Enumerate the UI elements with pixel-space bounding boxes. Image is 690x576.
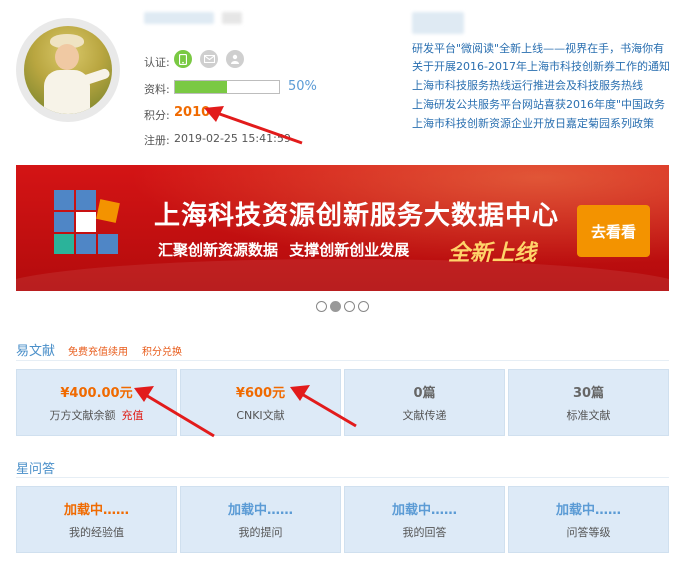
standard-doc-card[interactable]: 30篇 标准文献 — [508, 369, 669, 436]
recharge-link[interactable]: 充值 — [122, 409, 144, 422]
news-item[interactable]: 上海市科技服务热线运行推进会及科技服务热线 — [412, 77, 690, 93]
card-value: 30篇 — [572, 386, 605, 401]
wanfang-balance-card[interactable]: ¥400.00元 万方文献余额 充值 — [16, 369, 177, 436]
register-time: 2019-02-25 15:41:59 — [174, 132, 291, 145]
promo-banner[interactable]: 上海科技资源创新服务大数据中心 汇聚创新资源数据 支撑创新创业发展 全新上线 去… — [16, 165, 669, 291]
score-label: 积分: — [144, 109, 170, 122]
user-icon[interactable] — [226, 50, 244, 68]
banner-subtitle: 汇聚创新资源数据 支撑创新创业发展 — [158, 241, 410, 259]
doc-delivery-card[interactable]: 0篇 文献传递 — [344, 369, 505, 436]
mail-icon[interactable] — [200, 50, 218, 68]
qa-answers-card[interactable]: 加载中…… 我的回答 — [344, 486, 505, 553]
card-caption: 我的提问 — [238, 526, 283, 539]
section-divider — [16, 477, 669, 478]
verify-label: 认证: — [144, 56, 170, 69]
qa-experience-card[interactable]: 加载中…… 我的经验值 — [16, 486, 177, 553]
username-blurred — [144, 12, 214, 24]
section-divider — [16, 360, 669, 361]
card-caption: 文献传递 — [402, 409, 447, 422]
card-value: 加载中…… — [227, 503, 293, 518]
banner-title: 上海科技资源创新服务大数据中心 — [154, 201, 560, 231]
news-item[interactable]: 关于开展2016-2017年上海市科技创新券工作的通知 — [412, 58, 690, 74]
card-caption: CNKI文献 — [236, 409, 285, 422]
card-caption: 我的经验值 — [69, 526, 124, 539]
qa-level-card[interactable]: 加载中…… 问答等级 — [508, 486, 669, 553]
profile-percent: 50% — [288, 79, 317, 94]
news-item[interactable]: 研发平台"微阅读"全新上线——视界在手，书海你有 — [412, 40, 690, 56]
card-value: ¥400.00元 — [60, 386, 133, 401]
profile-progress-fill — [175, 81, 227, 93]
carousel-dot[interactable] — [344, 301, 355, 312]
register-label: 注册: — [144, 134, 170, 147]
carousel-dot[interactable] — [316, 301, 327, 312]
card-caption: 标准文献 — [566, 409, 611, 422]
profile-progress-bar — [174, 80, 280, 94]
info-label: 资料: — [144, 83, 170, 96]
card-caption: 问答等级 — [566, 526, 611, 539]
card-caption: 万方文献余额 — [49, 409, 116, 422]
news-header-blurred — [412, 12, 464, 34]
score-value[interactable]: 2010 — [174, 105, 210, 120]
news-item[interactable]: 上海研发公共服务平台网站喜获2016年度"中国政务 — [412, 96, 690, 112]
carousel-dots — [316, 301, 369, 312]
carousel-dot-active[interactable] — [330, 301, 341, 312]
carousel-dot[interactable] — [358, 301, 369, 312]
username-blurred-2 — [222, 12, 242, 24]
banner-go-button[interactable]: 去看看 — [577, 205, 650, 257]
avatar[interactable] — [24, 26, 112, 114]
free-recharge-link[interactable]: 免费充值续用 — [68, 343, 128, 358]
points-exchange-link[interactable]: 积分兑换 — [142, 343, 182, 358]
card-value: 加载中…… — [391, 503, 457, 518]
ewenxian-title: 易文献 — [16, 344, 56, 359]
news-item[interactable]: 上海市科技创新资源企业开放日嘉定菊园系列政策 — [412, 115, 690, 131]
card-value: 0篇 — [413, 386, 436, 401]
card-value: 加载中…… — [555, 503, 621, 518]
card-value: 加载中…… — [63, 503, 129, 518]
cnki-card[interactable]: ¥600元 CNKI文献 — [180, 369, 341, 436]
banner-script-text: 全新上线 — [448, 240, 537, 266]
card-caption: 我的回答 — [402, 526, 447, 539]
xingwenda-title: 星问答 — [16, 462, 56, 477]
qa-questions-card[interactable]: 加载中…… 我的提问 — [180, 486, 341, 553]
phone-icon[interactable] — [174, 50, 192, 68]
card-value: ¥600元 — [235, 386, 286, 401]
